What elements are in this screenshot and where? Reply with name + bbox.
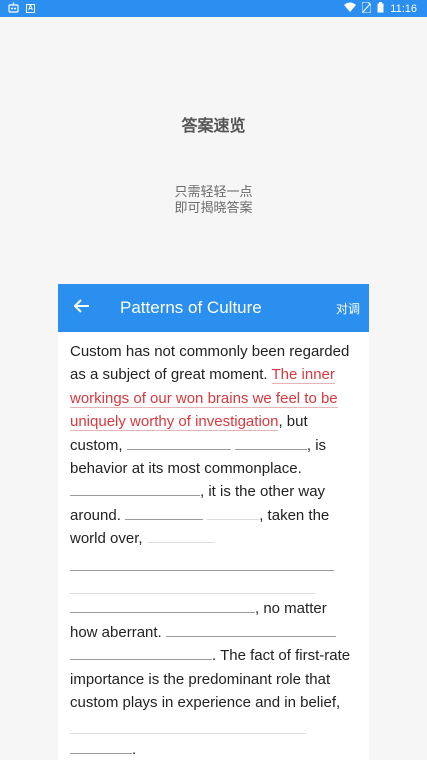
answer-blank-12[interactable] [70, 720, 306, 735]
answer-blank-2[interactable] [234, 436, 307, 450]
answer-blank-13[interactable] [70, 740, 132, 754]
answer-blank-10[interactable] [165, 623, 336, 637]
wifi-icon [344, 2, 357, 15]
intro-line-1: 只需轻轻一点 [174, 185, 253, 200]
answer-blank-8[interactable] [70, 580, 315, 595]
answer-line-3 [70, 714, 357, 737]
answer-blank-3[interactable] [70, 482, 200, 497]
answer-line-2 [70, 574, 357, 597]
intro-subtitle: 只需轻轻一点 即可揭晓答案 [0, 185, 427, 217]
battery-icon [377, 1, 384, 16]
status-bar: A 11:16 [0, 0, 427, 17]
passage: Custom has not commonly been regarded as… [58, 332, 369, 760]
intro-line-2: 即可揭晓答案 [174, 201, 253, 216]
passage-text-8: . [132, 740, 137, 758]
robot-notification-icon [8, 2, 19, 15]
back-button[interactable] [58, 284, 106, 332]
answer-blank-1[interactable] [126, 436, 231, 450]
page-title: Patterns of Culture [120, 298, 262, 317]
arrow-left-icon [73, 298, 90, 318]
answer-blank-5[interactable] [207, 506, 260, 520]
app-bar: Patterns of Culture 对调 [58, 284, 369, 332]
swap-button[interactable]: 对调 [336, 300, 360, 317]
status-time: 11:16 [390, 2, 417, 15]
answer-blank-9[interactable] [70, 599, 255, 614]
answer-line-1 [70, 551, 357, 574]
answer-blank-7[interactable] [70, 557, 334, 571]
sim-card-icon [361, 1, 372, 16]
answer-blank-6[interactable] [146, 529, 215, 544]
preview-card: Patterns of Culture 对调 Custom has not co… [58, 284, 369, 760]
status-right: 11:16 [344, 1, 417, 16]
answer-blank-4[interactable] [125, 506, 204, 520]
a-badge-icon: A [26, 4, 35, 13]
answer-blank-11[interactable] [70, 646, 212, 661]
status-left: A [8, 2, 35, 15]
intro-title: 答案速览 [181, 116, 246, 135]
